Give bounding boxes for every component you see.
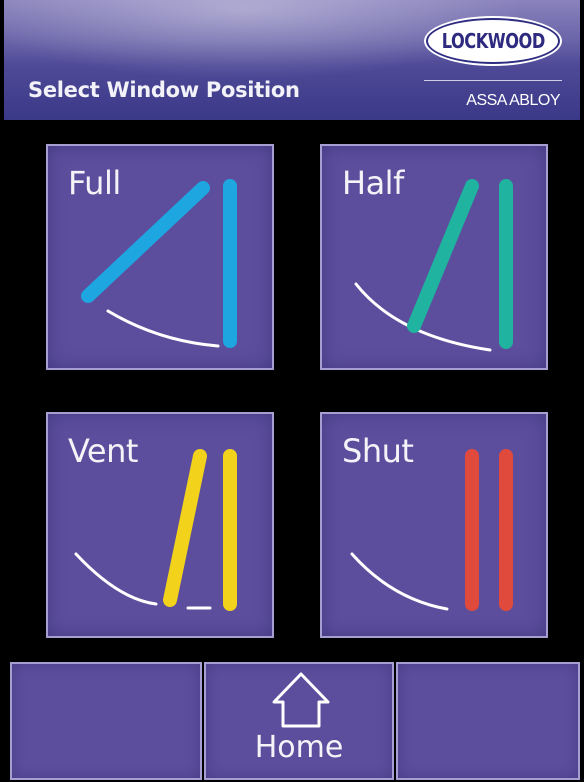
brand-subtitle: ASSA ABLOY [466, 92, 560, 109]
position-vent-button[interactable]: Vent [46, 412, 274, 638]
position-shut-button[interactable]: Shut [320, 412, 548, 638]
brand-divider [424, 80, 562, 81]
position-half-button[interactable]: Half [320, 144, 548, 370]
position-shut-label: Shut [342, 432, 414, 470]
home-label: Home [254, 730, 344, 765]
brand-logo: LOCKWOOD [426, 18, 560, 64]
position-half-label: Half [342, 164, 404, 202]
position-vent-label: Vent [68, 432, 138, 470]
header-bar: Select Window Position LOCKWOOD ASSA ABL… [4, 0, 580, 120]
footer-left-button[interactable] [10, 662, 202, 780]
position-full-label: Full [68, 164, 121, 202]
position-full-button[interactable]: Full [46, 144, 274, 370]
page-title: Select Window Position [28, 78, 300, 102]
footer-right-button[interactable] [396, 662, 580, 780]
brand-logo-text: LOCKWOOD [441, 29, 545, 53]
